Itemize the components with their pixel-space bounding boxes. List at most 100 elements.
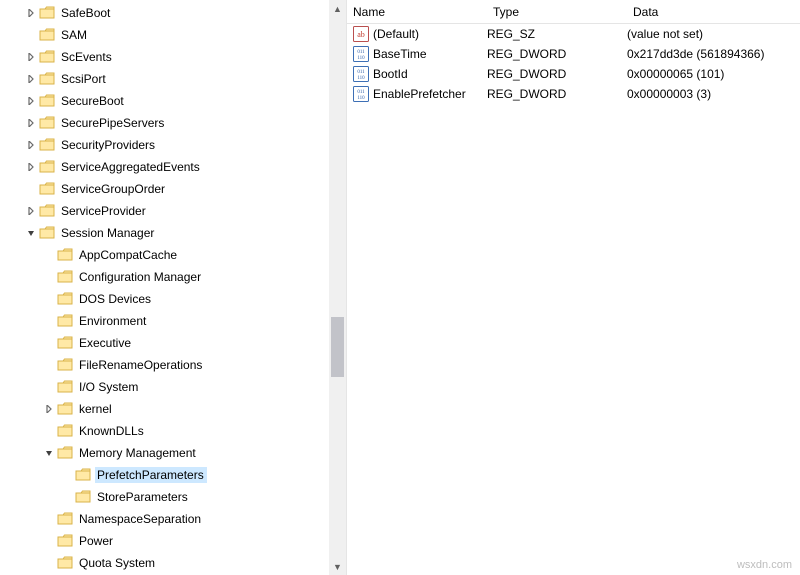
expand-icon[interactable] (24, 204, 38, 218)
folder-icon (57, 402, 73, 416)
svg-text:011: 011 (357, 50, 365, 55)
tree-item[interactable]: SecureBoot (0, 90, 346, 112)
folder-icon (57, 270, 73, 284)
list-row[interactable]: 011110EnablePrefetcherREG_DWORD0x0000000… (347, 84, 800, 104)
tree-item-label: PrefetchParameters (95, 467, 207, 483)
reg-dword-icon: 011110 (353, 66, 369, 82)
collapse-icon[interactable] (24, 226, 38, 240)
tree-item[interactable]: FileRenameOperations (0, 354, 346, 376)
expand-icon[interactable] (24, 72, 38, 86)
tree-item[interactable]: Power (0, 530, 346, 552)
value-name: EnablePrefetcher (373, 87, 487, 101)
value-type: REG_SZ (487, 27, 627, 41)
tree-item-label: Memory Management (77, 445, 199, 461)
folder-icon (39, 94, 55, 108)
value-type: REG_DWORD (487, 87, 627, 101)
expand-icon[interactable] (24, 6, 38, 20)
svg-text:011: 011 (357, 70, 365, 75)
tree-item[interactable]: Environment (0, 310, 346, 332)
value-data: 0x00000065 (101) (627, 67, 800, 81)
value-data: (value not set) (627, 27, 800, 41)
scroll-track[interactable] (329, 17, 346, 558)
folder-icon (39, 50, 55, 64)
tree-item[interactable]: StoreParameters (0, 486, 346, 508)
tree-item[interactable]: Memory Management (0, 442, 346, 464)
tree-item[interactable]: Executive (0, 332, 346, 354)
folder-icon (57, 512, 73, 526)
tree-item[interactable]: I/O System (0, 376, 346, 398)
tree-item-label: Quota System (77, 555, 158, 571)
tree-item[interactable]: PrefetchParameters (0, 464, 346, 486)
value-data: 0x217dd3de (561894366) (627, 47, 800, 61)
tree-item-label: SAM (59, 27, 90, 43)
tree-item-label: FileRenameOperations (77, 357, 205, 373)
folder-icon (39, 138, 55, 152)
expand-icon[interactable] (24, 94, 38, 108)
value-name: (Default) (373, 27, 487, 41)
tree-item-label: I/O System (77, 379, 141, 395)
expand-icon[interactable] (24, 160, 38, 174)
tree-item[interactable]: ServiceAggregatedEvents (0, 156, 346, 178)
tree-item[interactable]: AppCompatCache (0, 244, 346, 266)
folder-icon (39, 226, 55, 240)
expand-icon[interactable] (24, 138, 38, 152)
tree-item[interactable]: Configuration Manager (0, 266, 346, 288)
list-header: Name Type Data (347, 0, 800, 24)
list-row[interactable]: ab (Default)REG_SZ(value not set) (347, 24, 800, 44)
value-name: BaseTime (373, 47, 487, 61)
column-header-name[interactable]: Name (347, 0, 487, 23)
tree-item[interactable]: SecurityProviders (0, 134, 346, 156)
reg-sz-icon: ab (353, 26, 369, 42)
watermark: wsxdn.com (737, 559, 792, 571)
tree-item-label: Configuration Manager (77, 269, 204, 285)
folder-icon (39, 28, 55, 42)
column-header-data[interactable]: Data (627, 0, 800, 23)
folder-icon (57, 248, 73, 262)
value-type: REG_DWORD (487, 47, 627, 61)
tree-item-label: ScEvents (59, 49, 115, 65)
tree-pane: SafeBoot SAM ScEvents ScsiPort SecureBoot Sec… (0, 0, 347, 575)
svg-text:011: 011 (357, 90, 365, 95)
list-view[interactable]: ab (Default)REG_SZ(value not set) 011110 Ba… (347, 24, 800, 104)
tree-item-label: SecurePipeServers (59, 115, 167, 131)
expand-icon[interactable] (24, 116, 38, 130)
scroll-thumb[interactable] (331, 317, 344, 377)
tree-item[interactable]: ScsiPort (0, 68, 346, 90)
value-type: REG_DWORD (487, 67, 627, 81)
tree-item-label: ScsiPort (59, 71, 109, 87)
reg-dword-icon: 011110 (353, 46, 369, 62)
tree-item-label: Session Manager (59, 225, 157, 241)
folder-icon (57, 314, 73, 328)
folder-icon (39, 182, 55, 196)
folder-icon (57, 556, 73, 570)
tree-item[interactable]: Quota System (0, 552, 346, 574)
column-header-type[interactable]: Type (487, 0, 627, 23)
tree-item[interactable]: SafeBoot (0, 2, 346, 24)
tree-item[interactable]: SAM (0, 24, 346, 46)
scroll-down-button[interactable]: ▼ (329, 558, 346, 575)
tree-item-label: Executive (77, 335, 134, 351)
tree-item[interactable]: ScEvents (0, 46, 346, 68)
tree-item[interactable]: DOS Devices (0, 288, 346, 310)
expand-icon[interactable] (42, 402, 56, 416)
tree-item[interactable]: kernel (0, 398, 346, 420)
tree-item-label: SafeBoot (59, 5, 113, 21)
vertical-scrollbar[interactable]: ▲ ▼ (329, 0, 346, 575)
list-row[interactable]: 011110 BaseTimeREG_DWORD0x217dd3de (56189… (347, 44, 800, 64)
tree-item[interactable]: Session Manager (0, 222, 346, 244)
tree-item[interactable]: ServiceGroupOrder (0, 178, 346, 200)
collapse-icon[interactable] (42, 446, 56, 460)
expand-icon[interactable] (24, 50, 38, 64)
tree-item[interactable]: ServiceProvider (0, 200, 346, 222)
list-row[interactable]: 011110BootIdREG_DWORD0x00000065 (101) (347, 64, 800, 84)
tree-item[interactable]: SecurePipeServers (0, 112, 346, 134)
folder-icon (57, 336, 73, 350)
scroll-up-button[interactable]: ▲ (329, 0, 346, 17)
tree-view[interactable]: SafeBoot SAM ScEvents ScsiPort SecureBoot Sec… (0, 0, 346, 575)
tree-item-label: KnownDLLs (77, 423, 147, 439)
tree-item[interactable]: NamespaceSeparation (0, 508, 346, 530)
tree-item[interactable]: KnownDLLs (0, 420, 346, 442)
folder-icon (57, 380, 73, 394)
tree-item-label: ServiceGroupOrder (59, 181, 168, 197)
tree-item-label: ServiceProvider (59, 203, 149, 219)
